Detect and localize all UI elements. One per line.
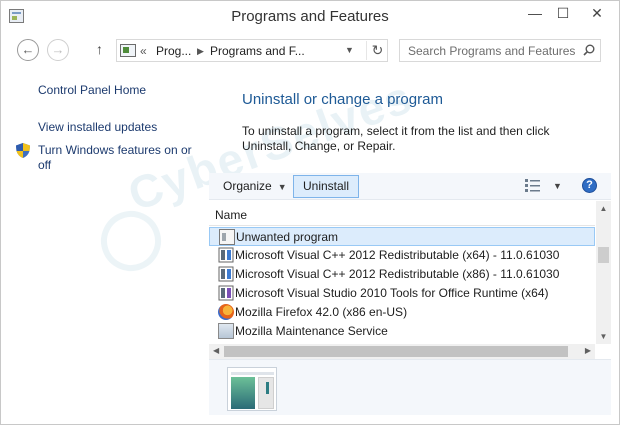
scroll-up-icon[interactable]: ▲ [596,204,611,213]
address-bar[interactable]: « Prog... ▶ Programs and F... ▼ ↻ [116,39,388,62]
shield-icon [16,143,30,158]
navigation-bar: ← → ↑ « Prog... ▶ Programs and F... ▼ ↻ [1,32,619,68]
program-name: Unwanted program [236,230,339,244]
search-input[interactable] [400,40,576,61]
list-item[interactable]: Unwanted program [209,227,595,246]
search-icon[interactable] [583,44,595,56]
visual-cpp-icon [218,266,234,282]
details-pane [209,359,611,415]
view-details-icon[interactable] [525,179,541,192]
chevron-down-icon: ▼ [277,182,287,192]
scroll-left-icon[interactable]: ◀ [213,346,219,355]
horizontal-scrollbar[interactable]: ◀ ▶ [209,344,595,359]
program-name: Mozilla Maintenance Service [235,324,388,338]
program-name: Microsoft Visual Studio 2010 Tools for O… [235,286,549,300]
close-button[interactable]: ✕ [579,2,615,26]
uninstall-button[interactable]: Uninstall [293,175,359,198]
title-bar[interactable]: Programs and Features — ☐ ✕ [1,1,619,32]
list-item[interactable]: Microsoft Visual Studio 2010 Tools for O… [209,284,595,303]
control-panel-icon [120,44,136,57]
visual-cpp-icon [218,247,234,263]
scroll-down-icon[interactable]: ▼ [596,332,611,341]
address-dropdown-icon[interactable]: ▼ [345,45,354,55]
program-name: Mozilla Firefox 42.0 (x86 en-US) [235,305,408,319]
page-description: To uninstall a program, select it from t… [242,124,550,153]
view-installed-updates-link[interactable]: View installed updates [38,120,157,135]
breadcrumb-separator-icon[interactable]: ▶ [197,46,204,57]
scroll-right-icon[interactable]: ▶ [585,346,591,355]
column-header-name[interactable]: Name [209,201,595,226]
organize-button[interactable]: Organize ▼ [217,176,293,197]
firefox-icon [218,304,234,320]
breadcrumb-item[interactable]: Programs and F... [210,44,305,58]
list-item[interactable]: Mozilla Maintenance Service [209,322,595,341]
mozilla-service-icon [218,323,234,339]
maximize-button[interactable]: ☐ [549,2,577,26]
selected-program-icon [227,367,277,411]
scroll-thumb[interactable] [224,346,568,357]
program-box-icon [219,229,235,245]
programs-and-features-window: Programs and Features — ☐ ✕ ← → ↑ « Prog… [0,0,620,425]
help-button[interactable]: ? [582,178,597,193]
program-rows: Unwanted program Microsoft Visual C++ 20… [209,227,595,341]
turn-windows-features-link[interactable]: Turn Windows features on or off [38,143,203,173]
list-item[interactable]: Microsoft Visual C++ 2012 Redistributabl… [209,246,595,265]
scroll-thumb[interactable] [598,247,609,263]
back-button[interactable]: ← [17,39,39,61]
program-list[interactable]: Name Unwanted program Microsoft Visual C… [209,201,611,344]
column-header-label: Name [215,208,248,222]
control-panel-home-link[interactable]: Control Panel Home [38,83,146,98]
list-item[interactable]: Microsoft Visual C++ 2012 Redistributabl… [209,265,595,284]
refresh-button[interactable]: ↻ [366,41,388,60]
program-name: Microsoft Visual C++ 2012 Redistributabl… [235,267,560,281]
page-title: Uninstall or change a program [242,91,443,108]
minimize-button[interactable]: — [521,2,549,26]
forward-button[interactable]: → [47,39,69,61]
crumb-overflow-button[interactable]: « [140,44,147,58]
program-name: Microsoft Visual C++ 2012 Redistributabl… [235,248,560,262]
up-button[interactable]: ↑ [96,41,103,57]
search-box[interactable] [399,39,601,62]
breadcrumb-item[interactable]: Prog... [156,44,191,58]
command-bar: Organize ▼ Uninstall ▼ ? [209,173,611,200]
visual-studio-icon [218,285,234,301]
view-options-dropdown-icon[interactable]: ▼ [553,181,562,191]
left-pane: Control Panel Home View installed update… [1,68,209,423]
organize-label: Organize [223,179,272,193]
vertical-scrollbar[interactable]: ▲ ▼ [596,201,611,344]
list-item[interactable]: Mozilla Firefox 42.0 (x86 en-US) [209,303,595,322]
